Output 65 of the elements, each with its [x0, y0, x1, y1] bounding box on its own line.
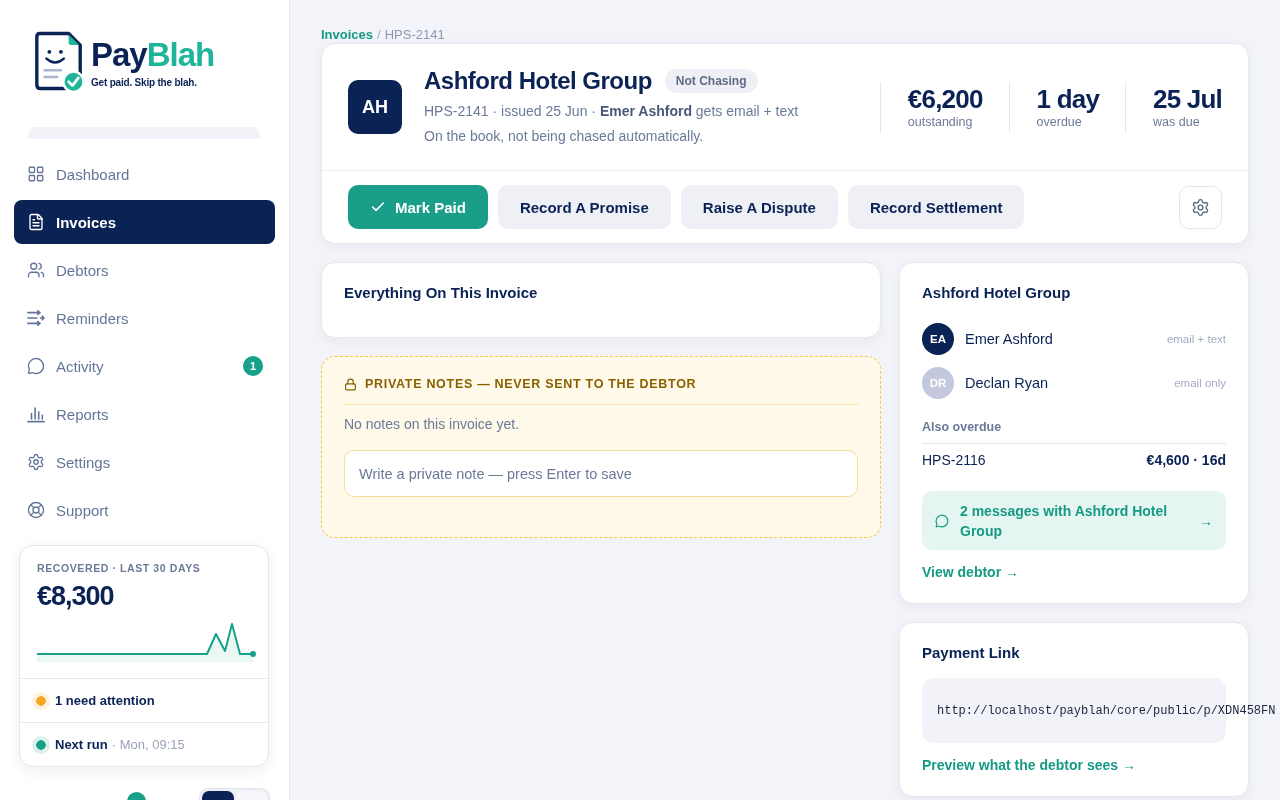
lifebuoy-icon [27, 501, 45, 519]
note-input[interactable]: Write a private note — press Enter to save [344, 450, 858, 497]
recovered-amount: €8,300 [37, 581, 115, 612]
invoice-note: On the book, not being chased automatically. [424, 126, 705, 146]
action-button[interactable]: Raise A Dispute [680, 185, 838, 229]
notes-heading: PRIVATE NOTES — NEVER SENT TO THE DEBTOR [365, 376, 697, 392]
nav-item[interactable]: Dashboard [14, 152, 275, 196]
settings-icon [1191, 197, 1210, 217]
lines-arrows-icon [27, 309, 45, 327]
contact-name: Emer Ashford [965, 331, 1053, 347]
contact-channel: email only [1174, 377, 1226, 389]
chat-bubble-icon [27, 357, 45, 375]
nav-item[interactable]: Debtors [14, 248, 275, 292]
action-button[interactable]: Mark Paid [348, 185, 488, 229]
nav-item[interactable]: Reports [14, 392, 275, 436]
stat-value: 1 day [1036, 83, 1100, 114]
card-title: Everything On This Invoice [344, 284, 539, 302]
overdue-invoice: HPS-2116 [922, 452, 986, 468]
debtor-avatar: AH [348, 80, 402, 134]
nav-item[interactable]: Support [14, 488, 275, 532]
nav-item[interactable]: Reminders [14, 296, 275, 340]
lock-icon [344, 377, 357, 391]
document-icon [27, 213, 45, 231]
contact-avatar: EA [922, 323, 954, 355]
people-icon [27, 261, 45, 279]
action-button[interactable]: Record A Promise [497, 185, 671, 229]
count-badge: 1 [243, 356, 263, 376]
card-title: Ashford Hotel Group [922, 284, 1072, 302]
status-text: 1 need attention [55, 693, 155, 708]
nav-item[interactable]: Invoices [14, 200, 275, 244]
invoice-meta: HPS-2141 · issued 25 Jun · Emer Ashford gets email + text [424, 101, 800, 121]
debtor-title: Ashford Hotel Group [424, 65, 652, 96]
contact-channel: email + text [1166, 333, 1226, 345]
status-text: Next run · Mon, 09:15 [55, 737, 185, 752]
preview-link[interactable]: Preview what the debtor sees → [922, 756, 1136, 774]
payment-link-url: http://localhost/payblah/core/public/p/XDN458FN [937, 703, 1276, 718]
stat-value: €6,200 [907, 83, 983, 114]
messages-link[interactable]: 2 messages with Ashford Hotel Group → [922, 491, 1226, 550]
logo-icon [32, 30, 86, 93]
stat-value: 25 Jul [1153, 83, 1222, 114]
breadcrumb-current: HPS-2141 [384, 27, 445, 43]
status-badge: Not Chasing [664, 68, 758, 93]
logo-tagline: Get paid. Skip the blah. [91, 76, 198, 88]
nav-item[interactable]: Activity 1 [14, 344, 275, 388]
card-title: Payment Link [922, 644, 1021, 662]
contact-name: Declan Ryan [965, 375, 1048, 391]
view-debtor-link[interactable]: View debtor → [922, 563, 1019, 581]
settings-button[interactable] [1179, 185, 1222, 229]
empty-notes-text: No notes on this invoice yet. [344, 415, 521, 433]
recovered-label: RECOVERED · LAST 30 DAYS [37, 562, 202, 575]
overdue-amount: €4,600 · 16d [1146, 452, 1226, 468]
action-button[interactable]: Record Settlement [847, 185, 1025, 229]
stat-label: was due [1153, 113, 1201, 131]
stat-label: outstanding [907, 113, 974, 131]
breadcrumb-separator: / [377, 27, 381, 43]
stat-label: overdue [1036, 113, 1083, 131]
nav-item[interactable]: Settings [14, 440, 275, 484]
breadcrumb-link[interactable]: Invoices [321, 27, 374, 43]
bar-chart-icon [27, 405, 45, 423]
grid-icon [27, 165, 45, 183]
logo-wordmark: PayBlah [91, 37, 215, 71]
settings-icon [27, 453, 45, 471]
also-overdue-heading: Also overdue [922, 419, 1226, 444]
contact-avatar: DR [922, 367, 954, 399]
chat-bubble-icon [935, 513, 949, 528]
